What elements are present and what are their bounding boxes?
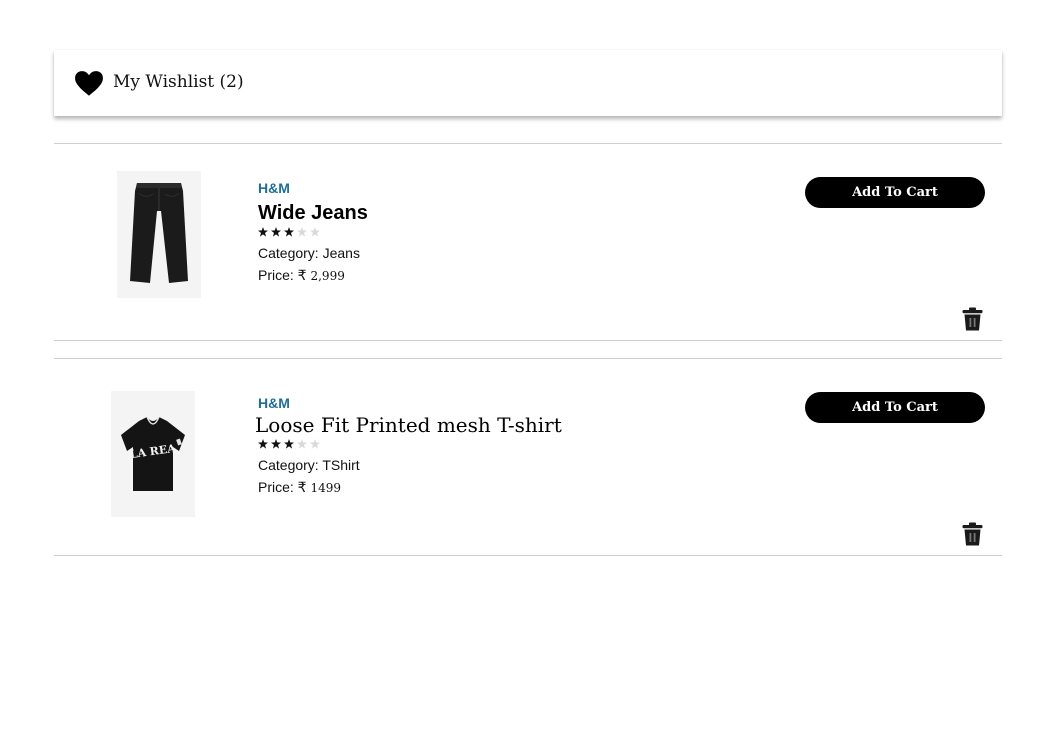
star-filled-icon: [271, 439, 281, 449]
star-filled-icon: [284, 439, 294, 449]
product-name[interactable]: Loose Fit Printed mesh T-shirt: [255, 414, 562, 436]
star-filled-icon: [258, 439, 268, 449]
wishlist-item: LA REA H&M Loose Fit Printed mesh T-shir…: [54, 358, 1002, 556]
wishlist-title: My Wishlist (2): [113, 72, 244, 92]
star-empty-icon: [297, 227, 307, 237]
product-info: H&M Loose Fit Printed mesh T-shirt Categ…: [255, 395, 562, 496]
tshirt-image: LA REA: [111, 391, 195, 517]
price-label: Price: ₹: [258, 479, 307, 495]
trash-icon[interactable]: [962, 522, 983, 546]
price-value: 2,999: [310, 269, 345, 283]
product-category: Category: TShirt: [258, 457, 360, 473]
price-label: Price: ₹: [258, 267, 307, 283]
wishlist-item: H&M Wide Jeans Category: Jeans Price: ₹ …: [54, 143, 1002, 341]
jeans-image: [117, 171, 201, 298]
star-empty-icon: [297, 439, 307, 449]
product-brand[interactable]: H&M: [258, 395, 562, 413]
product-price: Price: ₹ 2,999: [258, 267, 368, 284]
product-image-tshirt[interactable]: LA REA: [111, 391, 195, 517]
product-image-jeans[interactable]: [117, 171, 201, 298]
rating-stars: [258, 225, 368, 239]
product-category: Category: Jeans: [258, 245, 360, 261]
product-brand[interactable]: H&M: [258, 180, 368, 198]
trash-icon[interactable]: [962, 307, 983, 331]
wishlist-header: My Wishlist (2): [54, 50, 1002, 116]
price-value: 1499: [310, 481, 342, 495]
product-price: Price: ₹ 1499: [258, 479, 562, 496]
rating-stars: [258, 437, 562, 451]
star-filled-icon: [271, 227, 281, 237]
star-empty-icon: [310, 227, 320, 237]
product-name[interactable]: Wide Jeans: [258, 202, 368, 224]
product-info: H&M Wide Jeans Category: Jeans Price: ₹ …: [258, 180, 368, 284]
star-filled-icon: [258, 227, 268, 237]
star-filled-icon: [284, 227, 294, 237]
add-to-cart-button[interactable]: Add To Cart: [805, 177, 985, 208]
add-to-cart-button[interactable]: Add To Cart: [805, 392, 985, 423]
star-empty-icon: [310, 439, 320, 449]
heart-icon: [75, 71, 103, 96]
